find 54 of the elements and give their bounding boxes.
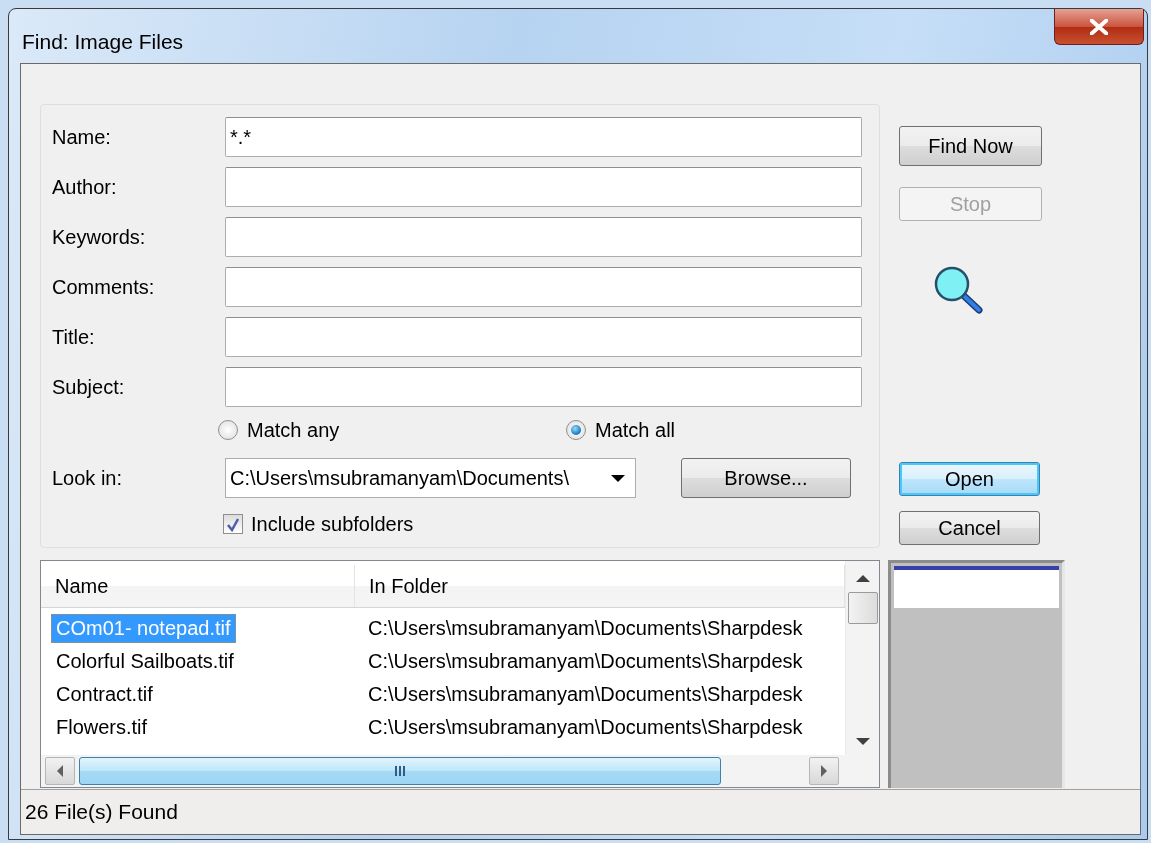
- scroll-up-arrow-icon[interactable]: [855, 575, 870, 582]
- file-name[interactable]: Colorful Sailboats.tif: [51, 647, 239, 676]
- folder-combo-box[interactable]: C:\Users\msubramanyam\Documents\: [225, 458, 636, 498]
- dropdown-caret-icon: [611, 474, 625, 482]
- close-button[interactable]: [1054, 9, 1144, 45]
- field-label: Keywords:: [52, 225, 147, 249]
- folder-path: C:\Users\msubramanyam\Documents\Sharpdesk: [367, 716, 804, 739]
- field-label: Subject:: [52, 375, 126, 399]
- scroll-left-button[interactable]: [45, 757, 75, 785]
- field-label: Author:: [52, 175, 118, 199]
- grip-icon: [395, 765, 405, 777]
- folder-path: C:\Users\msubramanyam\Documents\Sharpdesk: [367, 650, 804, 673]
- radio-button[interactable]: [218, 420, 238, 440]
- column-header[interactable]: Name: [41, 565, 355, 607]
- dialog-button[interactable]: Cancel: [899, 511, 1040, 545]
- checkbox[interactable]: [223, 514, 243, 534]
- scroll-down-arrow-icon[interactable]: [855, 738, 870, 745]
- combo-value: C:\Users\msubramanyam\Documents\: [230, 466, 569, 490]
- action-button[interactable]: Find Now: [899, 126, 1042, 166]
- folder-path: C:\Users\msubramanyam\Documents\Sharpdesk: [367, 683, 804, 706]
- text-field[interactable]: [225, 317, 862, 357]
- text-field[interactable]: [225, 217, 862, 257]
- text-field[interactable]: [225, 167, 862, 207]
- field-label: Title:: [52, 325, 96, 349]
- radio-option[interactable]: Match any: [218, 418, 566, 442]
- vertical-scrollbar[interactable]: [845, 561, 879, 755]
- text-field[interactable]: *.*: [225, 117, 862, 157]
- field-label: Look in:: [52, 466, 124, 490]
- browse-button[interactable]: Browse...: [681, 458, 851, 498]
- text-field[interactable]: [225, 267, 862, 307]
- scrollbar-thumb[interactable]: [847, 592, 878, 624]
- folder-path: C:\Users\msubramanyam\Documents\Sharpdesk: [367, 617, 804, 640]
- file-name[interactable]: Flowers.tif: [51, 713, 153, 742]
- radio-label: Match all: [595, 418, 676, 442]
- file-name[interactable]: Contract.tif: [51, 680, 158, 709]
- check-icon: [226, 516, 240, 532]
- status-text: 26 File(s) Found: [25, 800, 178, 824]
- scrollbar-thumb[interactable]: [79, 757, 721, 785]
- right-arrow-icon: [821, 765, 827, 777]
- scroll-right-button[interactable]: [809, 757, 839, 785]
- field-label: Name:: [52, 125, 112, 149]
- magnifier-icon: [933, 265, 983, 315]
- window-title: Find: Image Files: [22, 31, 184, 52]
- radio-option[interactable]: Match all: [566, 418, 676, 442]
- close-icon: [1090, 18, 1108, 35]
- radio-button[interactable]: [566, 420, 586, 440]
- checkbox-label: Include subfolders: [251, 512, 414, 536]
- field-label: Comments:: [52, 275, 156, 299]
- horizontal-scrollbar[interactable]: [41, 755, 845, 787]
- dialog-button[interactable]: Open: [899, 462, 1040, 496]
- include-subfolders-option[interactable]: Include subfolders: [223, 510, 414, 538]
- left-arrow-icon: [57, 765, 63, 777]
- text-field[interactable]: [225, 367, 862, 407]
- radio-label: Match any: [247, 418, 340, 442]
